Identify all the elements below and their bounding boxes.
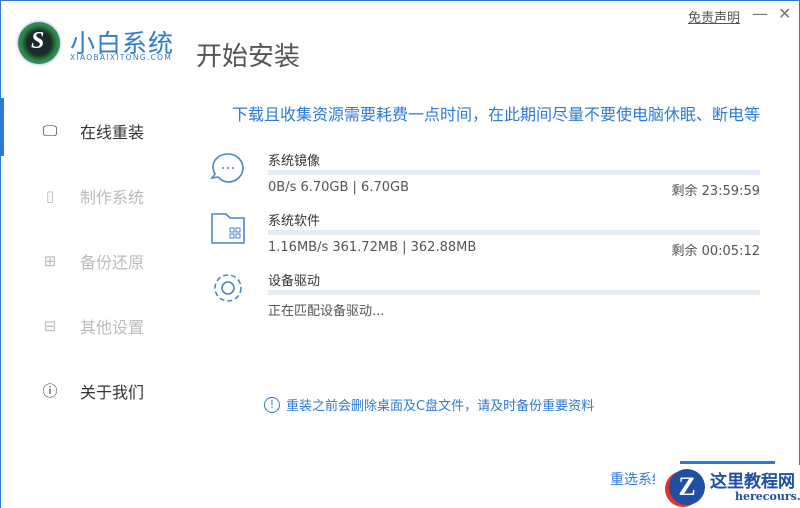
sidebar-item-label: 关于我们 xyxy=(80,382,145,402)
sidebar-item-about[interactable]: ⓘ 关于我们 xyxy=(0,358,190,423)
watermark-logo: Z 这里教程网 herecours.com xyxy=(655,465,800,508)
task-stat: 1.16MB/s 361.72MB | 362.88MB xyxy=(268,240,477,255)
watermark-url: herecours.com xyxy=(735,490,800,503)
task-stat: 正在匹配设备驱动... xyxy=(268,304,385,319)
gear-icon xyxy=(214,274,242,302)
task-name: 系统软件 xyxy=(268,214,321,229)
info-icon: ! xyxy=(264,396,280,413)
notice-text: 下载且收集资源需要耗费一点时间，在此期间尽量不要使电脑休眠、断电等 xyxy=(232,105,761,124)
task-remaining: 剩余 23:59:59 xyxy=(671,184,760,199)
sidebar-item-label: 备份还原 xyxy=(80,252,145,272)
close-button[interactable]: ✕ xyxy=(778,4,791,23)
sidebar-item-other-settings[interactable]: ⊟ 其他设置 xyxy=(0,293,190,358)
grid-icon: ⊞ xyxy=(43,251,57,270)
disclaimer-link[interactable]: 免责声明 xyxy=(688,7,740,26)
progress-bar xyxy=(268,290,760,295)
sidebar-item-label: 制作系统 xyxy=(80,187,145,207)
info-icon: ⓘ xyxy=(42,382,58,400)
watermark-title: 这里教程网 xyxy=(710,472,795,492)
app-logo xyxy=(18,22,60,64)
progress-bar xyxy=(268,230,760,235)
warning-text: 重装之前会删除桌面及C盘文件，请及时备份重要资料 xyxy=(286,399,595,414)
task-stat: 0B/s 6.70GB | 6.70GB xyxy=(268,180,409,195)
warning-message: ! 重装之前会删除桌面及C盘文件，请及时备份重要资料 xyxy=(264,395,594,414)
sidebar-item-make-system[interactable]: ▯ 制作系统 xyxy=(0,163,190,228)
task-remaining: 剩余 00:05:12 xyxy=(671,244,760,259)
sidebar-item-label: 在线重装 xyxy=(80,122,145,142)
usb-icon: ▯ xyxy=(45,186,55,205)
task-name: 系统镜像 xyxy=(268,154,321,169)
brand-url: XIAOBAIXITONG.COM xyxy=(70,53,173,62)
task-name: 设备驱动 xyxy=(268,274,321,289)
sidebar-item-backup-restore[interactable]: ⊞ 备份还原 xyxy=(0,228,190,293)
briefcase-icon: ⊟ xyxy=(43,316,57,335)
chat-bubble-icon xyxy=(210,153,244,183)
sidebar-item-label: 其他设置 xyxy=(80,317,145,337)
primary-button[interactable] xyxy=(680,461,775,464)
sidebar: 🖵 在线重装 ▯ 制作系统 ⊞ 备份还原 ⊟ 其他设置 ⓘ 关于我们 xyxy=(0,98,190,423)
progress-bar xyxy=(268,170,760,175)
minimize-button[interactable]: — xyxy=(752,4,768,23)
monitor-icon: 🖵 xyxy=(42,121,58,140)
folder-apps-icon xyxy=(211,213,245,244)
page-title: 开始安装 xyxy=(196,42,301,72)
sidebar-item-online-reinstall[interactable]: 🖵 在线重装 xyxy=(0,98,190,163)
